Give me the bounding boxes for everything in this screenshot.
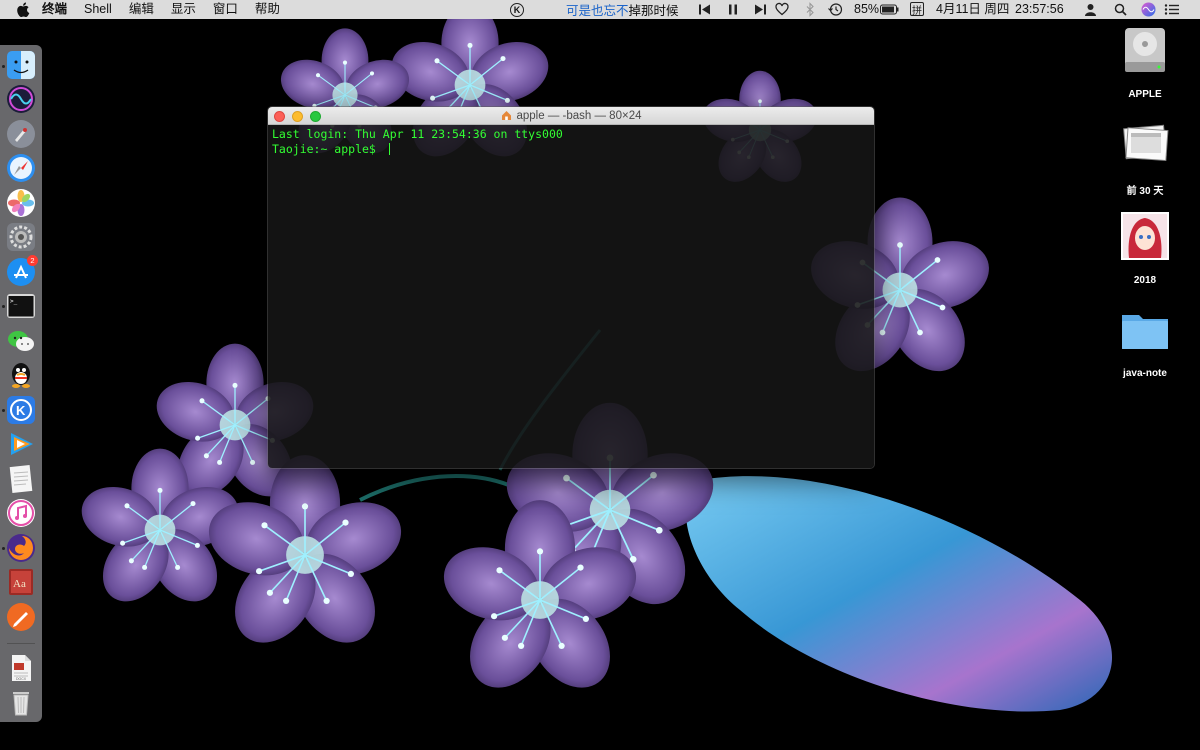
svg-text:Aa: Aa <box>13 578 26 590</box>
dock-separator <box>7 643 35 644</box>
app-store-badge: 2 <box>27 255 38 266</box>
trash-icon[interactable] <box>6 687 36 717</box>
lyric-highlighted: 可是也忘不 <box>566 4 629 18</box>
textedit-icon[interactable] <box>6 464 36 494</box>
input-method-icon[interactable]: 拼 <box>910 2 924 17</box>
desktop-icon-label: 2018 <box>1133 275 1157 286</box>
battery-percent: 85% <box>854 2 880 16</box>
terminal-title: apple — -bash — 80×24 <box>516 109 642 122</box>
spotlight-search-icon[interactable] <box>1114 2 1127 17</box>
tencent-video-icon[interactable] <box>6 429 36 459</box>
system-preferences-icon[interactable] <box>6 222 36 252</box>
finder-icon[interactable] <box>6 50 36 80</box>
siri-icon[interactable] <box>1141 2 1156 17</box>
bluetooth-icon[interactable] <box>806 2 814 17</box>
launchpad-icon[interactable] <box>6 119 36 149</box>
desktop-icon-2018-image[interactable]: 2018 <box>1110 210 1180 286</box>
apple-menu-icon[interactable] <box>16 2 30 17</box>
close-button[interactable] <box>274 111 285 122</box>
running-indicator <box>2 305 5 308</box>
pause-icon[interactable] <box>727 2 739 17</box>
svg-text:K: K <box>16 403 26 418</box>
running-indicator <box>2 547 5 550</box>
kugou-music-icon[interactable]: K <box>6 395 36 425</box>
itunes-icon[interactable] <box>6 498 36 528</box>
menubar-clock[interactable]: 23:57:56 <box>1015 0 1064 19</box>
desktop-icon-label: java-note <box>1123 368 1167 379</box>
menu-view[interactable]: 显示 <box>171 0 196 19</box>
zoom-button[interactable] <box>310 111 321 122</box>
siri-app-icon[interactable] <box>6 84 36 114</box>
pencil-app-icon[interactable] <box>6 602 36 632</box>
lyric-rest: 掉那时候 <box>628 4 679 18</box>
notification-center-icon[interactable] <box>1164 2 1180 17</box>
desktop-icon-recent-30-days[interactable]: 前 30 天 <box>1110 117 1180 197</box>
app-menu-terminal[interactable]: 终端 <box>42 0 67 19</box>
svg-text:>_: >_ <box>10 298 18 305</box>
text-cursor <box>388 143 390 155</box>
terminal-window[interactable]: apple — -bash — 80×24 Last login: Thu Ap… <box>267 106 875 469</box>
running-indicator <box>2 409 5 412</box>
photos-icon[interactable] <box>6 188 36 218</box>
wechat-icon[interactable] <box>6 326 36 356</box>
docx-document-icon[interactable]: DOCX <box>6 653 36 683</box>
running-indicator <box>2 65 5 68</box>
next-track-icon[interactable] <box>754 2 766 17</box>
hard-drive-icon <box>1125 28 1165 72</box>
terminal-app-icon[interactable]: >_ <box>6 291 36 321</box>
menubar-date[interactable]: 4月11日 周四 <box>936 0 1009 19</box>
menu-bar: 终端 Shell 编辑 显示 窗口 帮助 K 可是也忘不 掉那时候 85% 拼 4… <box>0 0 1200 19</box>
safari-icon[interactable] <box>6 153 36 183</box>
folder-icon <box>1122 315 1168 349</box>
terminal-last-login-line: Last login: Thu Apr 11 23:54:36 on ttys0… <box>272 127 563 141</box>
qq-icon[interactable] <box>6 360 36 390</box>
desktop-icon-label: 前 30 天 <box>1126 186 1164 197</box>
time-machine-icon[interactable] <box>828 2 844 17</box>
menu-window[interactable]: 窗口 <box>213 0 238 19</box>
svg-text:DOCX: DOCX <box>16 677 27 681</box>
home-folder-icon <box>501 111 511 120</box>
dock: 2 >_ K Aa DOCX <box>0 45 42 722</box>
heart-icon[interactable] <box>775 2 789 17</box>
anime-image-icon <box>1121 212 1169 260</box>
desktop-icon-apple-drive[interactable]: APPLE <box>1110 24 1180 100</box>
terminal-titlebar[interactable]: apple — -bash — 80×24 <box>268 107 874 125</box>
minimize-button[interactable] <box>292 111 303 122</box>
desktop-icon-label: APPLE <box>1128 89 1162 100</box>
menu-help[interactable]: 帮助 <box>255 0 280 19</box>
firefox-icon[interactable] <box>6 533 36 563</box>
screenshot-stack-icon <box>1123 124 1169 162</box>
dictionary-icon[interactable]: Aa <box>6 567 36 597</box>
kugou-status-icon[interactable]: K <box>510 2 524 17</box>
user-icon[interactable] <box>1084 2 1097 17</box>
previous-track-icon[interactable] <box>699 2 711 17</box>
battery-icon[interactable] <box>880 2 899 17</box>
terminal-content[interactable]: Last login: Thu Apr 11 23:54:36 on ttys0… <box>268 125 874 468</box>
terminal-prompt: Taojie:~ apple$ <box>272 142 383 156</box>
menu-edit[interactable]: 编辑 <box>129 0 154 19</box>
menu-shell[interactable]: Shell <box>84 0 112 19</box>
desktop-icon-java-note-folder[interactable]: java-note <box>1110 303 1180 379</box>
